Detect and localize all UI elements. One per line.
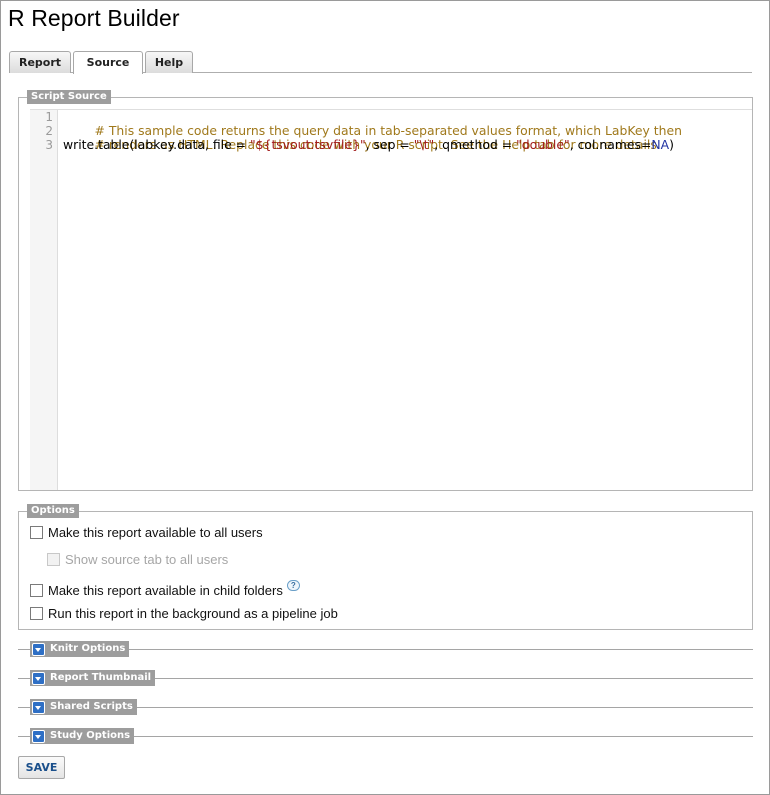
code-constant: NA [651,137,670,152]
tab-source[interactable]: Source [73,51,143,74]
code-text: , col.names= [569,137,652,152]
available-all-users-checkbox[interactable] [30,525,43,539]
line-number: 1 [45,110,53,124]
section-shared-scripts: Shared Scripts [18,699,753,715]
report-thumbnail-toggle[interactable]: Report Thumbnail [30,670,156,686]
section-label: Shared Scripts [50,701,133,712]
section-report-thumbnail: Report Thumbnail [18,670,753,686]
code-string: "${tsvout:tsvfile}" [249,137,366,152]
code-text: , sep = [365,137,414,152]
code-text: , qmethod = [434,137,517,152]
option-run-background[interactable]: Run this report in the background as a p… [30,605,338,621]
line-number: 3 [45,138,53,152]
option-available-all-users[interactable]: Make this report available to all users [30,524,263,540]
tab-report[interactable]: Report [9,51,71,73]
section-knitr-options: Knitr Options [18,641,753,657]
option-label: Show source tab to all users [65,551,229,567]
option-label: Make this report available in child fold… [48,582,283,598]
options-legend: Options [27,504,79,518]
show-source-tab-checkbox [47,552,60,566]
line-number-gutter: 1 2 3 [30,110,58,490]
code-text: ) [669,137,674,152]
help-bubble-icon[interactable]: ? [286,579,300,591]
section-label: Study Options [50,730,131,741]
save-button[interactable]: SAVE [18,756,65,779]
section-label: Knitr Options [50,643,126,654]
available-child-folders-checkbox[interactable] [30,583,43,597]
code-line: write.table(labkey.data, file = "${tsvou… [63,138,674,152]
expand-chevron-icon [32,671,45,685]
option-label: Run this report in the background as a p… [48,605,338,621]
option-available-child-folders[interactable]: Make this report available in child fold… [30,579,300,598]
knitr-options-toggle[interactable]: Knitr Options [30,641,130,657]
expand-chevron-icon [32,700,45,714]
code-string: "double" [516,137,570,152]
option-label: Make this report available to all users [48,524,263,540]
code-text: write.table(labkey.data, file = [63,137,250,152]
tab-bar: Report Source Help [9,51,752,74]
page-title: R Report Builder [8,5,180,31]
option-show-source-tab: Show source tab to all users [47,551,228,567]
script-source-panel: Script Source 1 2 3 # This sample code r… [18,90,753,491]
code-string: "\t" [413,137,435,152]
script-source-legend: Script Source [27,90,111,104]
line-number: 2 [45,124,53,138]
code-editor[interactable]: 1 2 3 # This sample code returns the que… [30,109,752,490]
run-background-checkbox[interactable] [30,606,43,620]
expand-chevron-icon [32,642,45,656]
study-options-toggle[interactable]: Study Options [30,728,135,744]
options-panel: Options Make this report available to al… [18,504,753,630]
expand-chevron-icon [32,729,45,743]
report-builder-window: R Report Builder Report Source Help Scri… [0,0,770,795]
section-label: Report Thumbnail [50,672,152,683]
shared-scripts-toggle[interactable]: Shared Scripts [30,699,137,715]
section-study-options: Study Options [18,728,753,744]
tab-help[interactable]: Help [145,51,193,73]
